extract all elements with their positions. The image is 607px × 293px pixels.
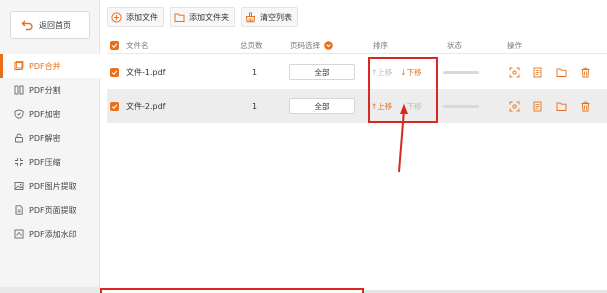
folder-plus-icon [174, 12, 185, 23]
row-pages: 1 [252, 67, 258, 77]
row-checkbox[interactable] [110, 89, 119, 123]
trash-icon[interactable] [580, 89, 591, 123]
merge-icon [14, 61, 24, 71]
dropdown-chevron-icon[interactable] [324, 40, 333, 50]
watermark-icon [14, 229, 24, 239]
row-checkbox[interactable] [110, 55, 119, 89]
row-status [443, 55, 479, 89]
sidebar-item-pdf-compress[interactable]: PDF压缩 [0, 150, 100, 174]
header-pages: 总页数 [240, 40, 263, 50]
clear-list-label: 清空列表 [260, 12, 292, 22]
back-arrow-icon [21, 19, 33, 31]
annotation-highlight-box [368, 57, 438, 123]
row-status [443, 89, 479, 123]
clear-list-button[interactable]: 清空列表 [241, 7, 298, 27]
table-row[interactable]: 文件-1.pdf 1 全部 ↑ 上移 ↓ 下移 [107, 55, 607, 89]
status-progress-bar [443, 70, 479, 74]
annotation-bottom-box [100, 288, 364, 293]
header-divider [107, 53, 607, 54]
header-page-select-label: 页码选择 [290, 40, 320, 50]
sidebar-item-label: PDF合并 [29, 61, 61, 71]
header-status: 状态 [447, 40, 462, 50]
row-page-select[interactable]: 全部 [289, 89, 355, 123]
broom-icon [245, 12, 256, 23]
header-page-select: 页码选择 [290, 38, 333, 52]
page-select-dropdown[interactable]: 全部 [289, 98, 355, 114]
unlock-icon [14, 133, 24, 143]
sidebar-item-label: PDF添加水印 [29, 229, 77, 239]
page-icon [14, 205, 24, 215]
add-file-button[interactable]: 添加文件 [107, 7, 164, 27]
select-all-checkbox[interactable] [110, 38, 119, 52]
row-pages: 1 [252, 101, 258, 111]
document-icon[interactable] [532, 89, 543, 123]
checkbox-checked-icon [110, 67, 119, 77]
table-header: 文件名 总页数 页码选择 排序 状态 操作 [107, 38, 607, 52]
sidebar-item-pdf-encrypt[interactable]: PDF加密 [0, 102, 100, 126]
split-icon [14, 85, 24, 95]
page-select-dropdown[interactable]: 全部 [289, 64, 355, 80]
sidebar-item-label: PDF页面提取 [29, 205, 77, 215]
sidebar-item-pdf-merge[interactable]: PDF合并 [0, 54, 100, 78]
header-sort: 排序 [373, 40, 388, 50]
add-folder-label: 添加文件夹 [189, 12, 229, 22]
toolbar: 添加文件 添加文件夹 清空列表 [107, 7, 298, 27]
table-row[interactable]: 文件-2.pdf 1 全部 ↑ 上移 ↓ 下移 [107, 89, 607, 123]
sidebar-item-label: PDF分割 [29, 85, 61, 95]
sidebar-nav: PDF合并 PDF分割 PDF加密 PDF解密 PDF压缩 PDF图片提取 PD… [0, 54, 100, 246]
preview-icon[interactable] [509, 89, 520, 123]
sidebar: 返回首页 PDF合并 PDF分割 PDF加密 PDF解密 PDF压缩 PDF图片… [0, 0, 100, 293]
folder-open-icon[interactable] [556, 55, 567, 89]
sidebar-item-pdf-image-extract[interactable]: PDF图片提取 [0, 174, 100, 198]
add-file-label: 添加文件 [126, 12, 158, 22]
sidebar-item-label: PDF解密 [29, 133, 61, 143]
sidebar-item-pdf-watermark[interactable]: PDF添加水印 [0, 222, 100, 246]
document-icon[interactable] [532, 55, 543, 89]
row-page-select[interactable]: 全部 [289, 55, 355, 89]
header-actions: 操作 [507, 40, 522, 50]
back-home-button[interactable]: 返回首页 [10, 11, 90, 39]
add-folder-button[interactable]: 添加文件夹 [170, 7, 235, 27]
preview-icon[interactable] [509, 55, 520, 89]
sidebar-item-pdf-decrypt[interactable]: PDF解密 [0, 126, 100, 150]
row-filename: 文件-2.pdf [126, 101, 166, 111]
row-filename: 文件-1.pdf [126, 67, 166, 77]
back-home-label: 返回首页 [39, 20, 71, 30]
header-filename: 文件名 [126, 40, 149, 50]
checkbox-checked-icon [110, 40, 119, 50]
status-progress-bar [443, 104, 479, 108]
sidebar-item-label: PDF图片提取 [29, 181, 77, 191]
sidebar-item-pdf-page-extract[interactable]: PDF页面提取 [0, 198, 100, 222]
sidebar-item-pdf-split[interactable]: PDF分割 [0, 78, 100, 102]
compress-icon [14, 157, 24, 167]
sidebar-item-label: PDF压缩 [29, 157, 61, 167]
checkbox-checked-icon [110, 101, 119, 111]
plus-circle-icon [111, 11, 122, 23]
trash-icon[interactable] [580, 55, 591, 89]
sidebar-item-label: PDF加密 [29, 109, 61, 119]
shield-icon [14, 109, 24, 119]
image-icon [14, 181, 24, 191]
folder-open-icon[interactable] [556, 89, 567, 123]
sidebar-footer [0, 287, 100, 293]
